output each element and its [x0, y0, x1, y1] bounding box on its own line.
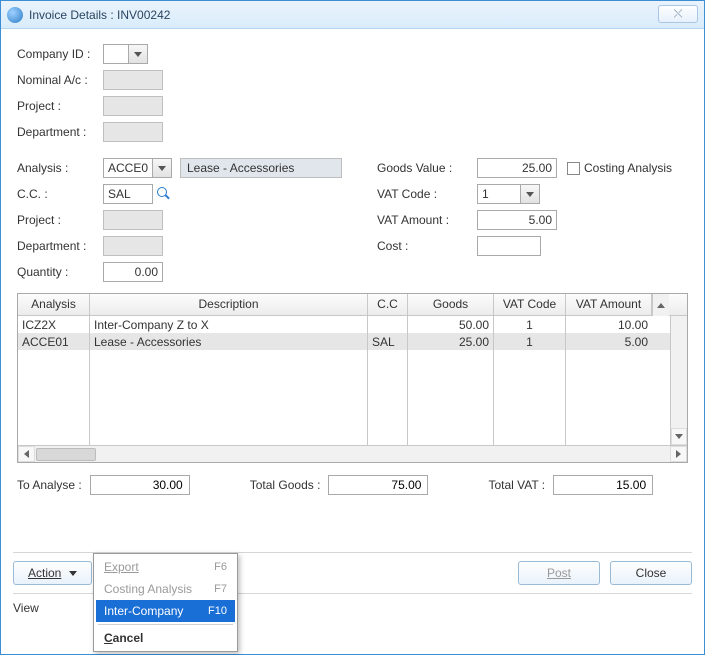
menu-costing-analysis[interactable]: Costing Analysis F7 [96, 578, 235, 600]
project2-label: Project : [17, 213, 103, 227]
cc-input[interactable] [103, 184, 153, 204]
menu-separator [98, 624, 233, 625]
scroll-down-icon [675, 434, 683, 439]
grid-vscrollbar[interactable] [670, 316, 687, 445]
project-label: Project : [17, 99, 103, 113]
company-id-dropdown-button[interactable] [128, 44, 148, 64]
quantity-input[interactable] [103, 262, 163, 282]
search-icon[interactable] [157, 187, 171, 201]
grid-hscrollbar[interactable] [18, 445, 687, 462]
vat-code-combo[interactable] [477, 184, 540, 204]
close-icon: ⤬ [674, 8, 683, 21]
department-label: Department : [17, 125, 103, 139]
cell-cc: SAL [368, 333, 408, 350]
grid-vscroll-head [652, 294, 669, 316]
post-button[interactable]: Post [518, 561, 600, 585]
goods-value-label: Goods Value : [377, 161, 477, 175]
scroll-down-button[interactable] [671, 428, 687, 445]
vat-amount-input[interactable] [477, 210, 557, 230]
vat-code-dropdown-button[interactable] [520, 184, 540, 204]
analysis-grid[interactable]: Analysis Description C.C Goods VAT Code … [17, 293, 688, 463]
company-id-combo[interactable] [103, 44, 148, 64]
app-icon [7, 7, 23, 23]
cell-goods: 50.00 [408, 316, 494, 333]
department-input[interactable] [103, 122, 163, 142]
analysis-description: Lease - Accessories [180, 158, 342, 178]
titlebar: Invoice Details : INV00242 ⤬ [1, 1, 704, 29]
total-vat-label: Total VAT : [488, 478, 545, 492]
action-menu[interactable]: Export F6 Costing Analysis F7 Inter-Comp… [93, 553, 238, 652]
project2-input[interactable] [103, 210, 163, 230]
cell-description: Inter-Company Z to X [90, 316, 368, 333]
window: Invoice Details : INV00242 ⤬ Company ID … [0, 0, 705, 655]
analysis-combo[interactable] [103, 158, 172, 178]
analysis-dropdown-button[interactable] [152, 158, 172, 178]
close-button[interactable]: Close [610, 561, 692, 585]
cell-vat-amount: 10.00 [566, 316, 652, 333]
window-close-button[interactable]: ⤬ [658, 5, 698, 23]
col-cc[interactable]: C.C [368, 294, 408, 315]
to-analyse-label: To Analyse : [17, 478, 82, 492]
analysis-input[interactable] [103, 158, 153, 178]
cell-vat-amount: 5.00 [566, 333, 652, 350]
scroll-right-button[interactable] [670, 446, 687, 462]
total-vat-value [553, 475, 653, 495]
to-analyse-value [90, 475, 190, 495]
vat-code-input[interactable] [477, 184, 521, 204]
grid-header: Analysis Description C.C Goods VAT Code … [18, 294, 687, 316]
cost-input[interactable] [477, 236, 541, 256]
analysis-label: Analysis : [17, 161, 103, 175]
cell-analysis: ICZ2X [18, 316, 90, 333]
cc-label: C.C. : [17, 187, 103, 201]
cost-label: Cost : [377, 239, 477, 253]
cell-cc [368, 316, 408, 333]
vat-amount-label: VAT Amount : [377, 213, 477, 227]
cell-description: Lease - Accessories [90, 333, 368, 350]
project-input[interactable] [103, 96, 163, 116]
col-goods[interactable]: Goods [408, 294, 494, 315]
menu-inter-company[interactable]: Inter-Company F10 [96, 600, 235, 622]
scroll-up-icon [657, 303, 665, 308]
vat-code-label: VAT Code : [377, 187, 477, 201]
costing-label: Costing Analysis [584, 161, 672, 175]
hscroll-thumb[interactable] [36, 448, 96, 461]
content: Company ID : Nominal A/c : Project : Dep… [1, 29, 704, 495]
nominal-input[interactable] [103, 70, 163, 90]
chevron-down-icon [158, 166, 166, 171]
window-title: Invoice Details : INV00242 [29, 8, 170, 22]
chevron-down-icon [134, 52, 142, 57]
scroll-left-icon [24, 450, 29, 458]
action-button[interactable]: Action [13, 561, 92, 585]
grid-body[interactable]: ICZ2XInter-Company Z to X50.00110.00ACCE… [18, 316, 670, 445]
scroll-left-button[interactable] [18, 446, 35, 462]
col-vat-code[interactable]: VAT Code [494, 294, 566, 315]
table-row[interactable]: ICZ2XInter-Company Z to X 50.00110.00 [18, 316, 670, 333]
view-label: View [13, 601, 39, 615]
department2-label: Department : [17, 239, 103, 253]
scroll-right-icon [676, 450, 681, 458]
action-label: Action [28, 566, 61, 580]
goods-value-input[interactable] [477, 158, 557, 178]
total-goods-label: Total Goods : [250, 478, 321, 492]
col-description[interactable]: Description [90, 294, 368, 315]
menu-export[interactable]: Export F6 [96, 556, 235, 578]
total-goods-value [328, 475, 428, 495]
cell-vat-code: 1 [494, 316, 566, 333]
nominal-label: Nominal A/c : [17, 73, 103, 87]
chevron-down-icon [526, 192, 534, 197]
menu-cancel[interactable]: Cancel [96, 627, 235, 649]
chevron-down-icon [69, 571, 77, 576]
cell-goods: 25.00 [408, 333, 494, 350]
col-vat-amount[interactable]: VAT Amount [566, 294, 652, 315]
col-analysis[interactable]: Analysis [18, 294, 90, 315]
totals-row: To Analyse : Total Goods : Total VAT : [17, 475, 688, 495]
costing-checkbox[interactable] [567, 162, 580, 175]
company-id-input[interactable] [103, 44, 129, 64]
cell-vat-code: 1 [494, 333, 566, 350]
cell-analysis: ACCE01 [18, 333, 90, 350]
department2-input[interactable] [103, 236, 163, 256]
quantity-label: Quantity : [17, 265, 103, 279]
company-id-label: Company ID : [17, 47, 103, 61]
table-row[interactable]: ACCE01Lease - AccessoriesSAL25.0015.00 [18, 333, 670, 350]
